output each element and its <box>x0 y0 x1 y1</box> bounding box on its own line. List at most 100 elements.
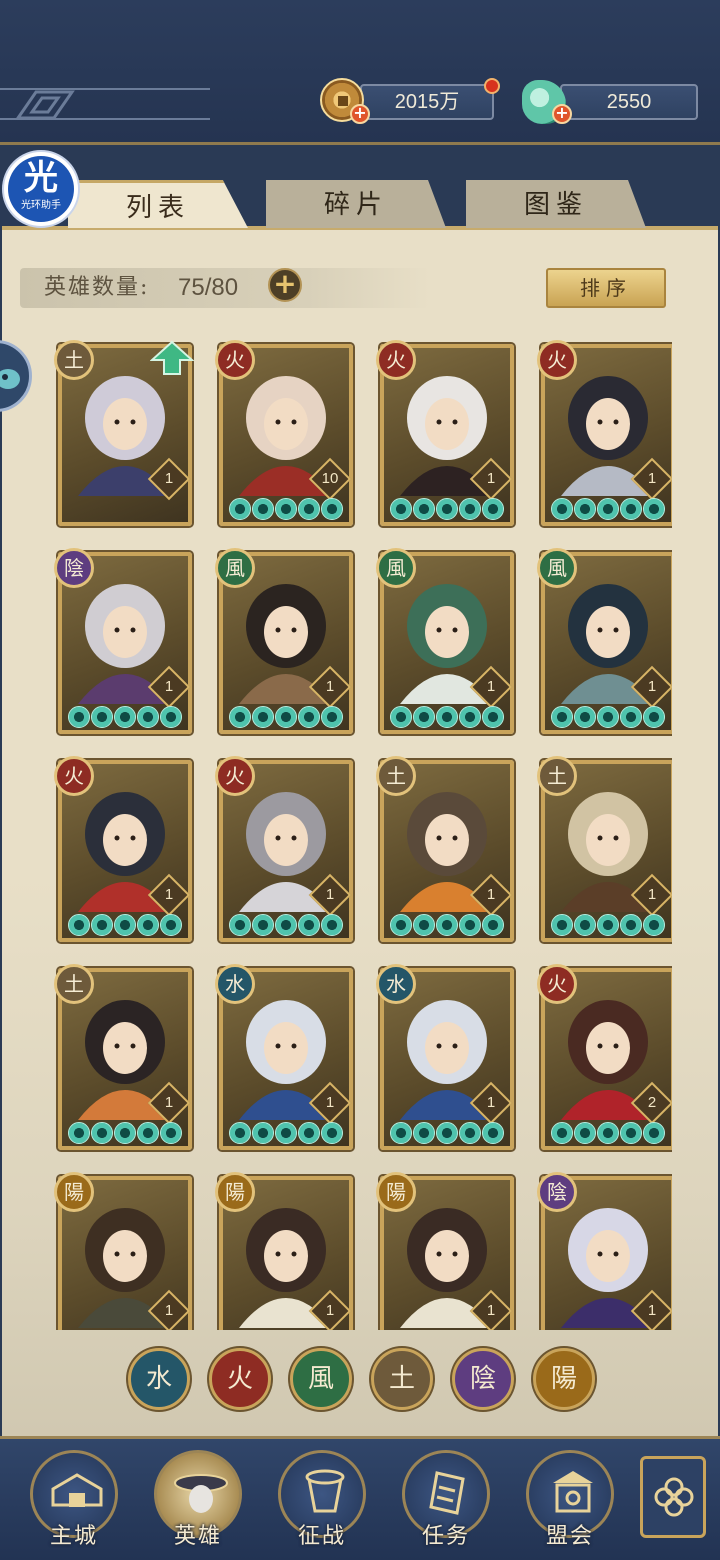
hero-card[interactable]: 火1 <box>376 340 514 526</box>
nav-alliance-tab[interactable]: 盟会 <box>522 1446 618 1552</box>
star-icon <box>137 1122 159 1144</box>
more-menu-button[interactable] <box>640 1456 706 1538</box>
add-coin-button[interactable]: + <box>350 104 370 124</box>
star-icon <box>597 914 619 936</box>
star-icon <box>321 706 343 728</box>
star-icon <box>275 1122 297 1144</box>
star-icon <box>482 498 504 520</box>
hero-card[interactable]: 風1 <box>376 548 514 734</box>
star-icon <box>160 1122 182 1144</box>
filter-earth-button[interactable]: 土 <box>371 1348 433 1410</box>
element-badge: 陽 <box>376 1172 416 1212</box>
header-ornament <box>0 88 210 120</box>
filter-wind-button[interactable]: 風 <box>290 1348 352 1410</box>
star-icon <box>137 914 159 936</box>
star-icon <box>229 914 251 936</box>
nav-label: 盟会 <box>545 1524 594 1549</box>
star-icon <box>413 1122 435 1144</box>
star-icon <box>252 914 274 936</box>
star-icon <box>620 498 642 520</box>
hero-card[interactable]: 火 10 <box>215 340 353 526</box>
star-icon <box>390 706 412 728</box>
star-icon <box>275 706 297 728</box>
hero-card[interactable]: 土1 <box>54 964 192 1150</box>
star-row <box>390 706 514 728</box>
hero-card[interactable]: 土1 <box>537 756 672 942</box>
star-row <box>68 914 192 936</box>
hero-card[interactable]: 火1 <box>215 756 353 942</box>
filter-yang-button[interactable]: 陽 <box>533 1348 595 1410</box>
star-icon <box>321 498 343 520</box>
tab-codex[interactable]: 图鉴 <box>466 180 646 228</box>
city-icon <box>51 1473 103 1507</box>
hero-card[interactable]: 水1 <box>376 964 514 1150</box>
star-icon <box>620 914 642 936</box>
hero-level: 1 <box>486 470 496 487</box>
hero-level: 1 <box>164 678 174 695</box>
hero-level: 1 <box>325 1094 335 1111</box>
star-row <box>68 1122 192 1144</box>
star-icon <box>229 1122 251 1144</box>
sort-button[interactable]: 排序 <box>546 268 666 308</box>
element-badge: 風 <box>215 548 255 588</box>
hero-level: 1 <box>486 1094 496 1111</box>
star-icon <box>643 706 665 728</box>
hero-card[interactable]: 風1 <box>215 548 353 734</box>
star-icon <box>620 1122 642 1144</box>
nav-task-tab[interactable]: 任务 <box>398 1446 494 1552</box>
filter-water-button[interactable]: 水 <box>128 1348 190 1410</box>
hero-card[interactable]: 陽1 <box>376 1172 514 1330</box>
star-row <box>68 706 192 728</box>
star-icon <box>436 1122 458 1144</box>
hero-icon <box>174 1474 228 1513</box>
hero-card[interactable]: 水1 <box>215 964 353 1150</box>
add-jade-button[interactable]: + <box>552 104 572 124</box>
element-badge: 火 <box>376 340 416 380</box>
element-badge: 風 <box>537 548 577 588</box>
nav-city-tab[interactable]: 主城 <box>26 1446 122 1552</box>
hero-level: 1 <box>325 1302 335 1319</box>
element-badge: 火 <box>537 964 577 1004</box>
helper-app-logo[interactable]: 光 光环助手 <box>2 150 80 228</box>
hero-level: 1 <box>164 1302 174 1319</box>
element-badge: 陰 <box>54 548 94 588</box>
hero-level: 1 <box>647 1302 657 1319</box>
star-icon <box>114 914 136 936</box>
star-icon <box>482 1122 504 1144</box>
hero-card[interactable]: 火1 <box>54 756 192 942</box>
element-badge: 陽 <box>54 1172 94 1212</box>
star-row <box>390 498 514 520</box>
hero-card[interactable]: 土1 <box>376 756 514 942</box>
hero-card[interactable]: 陰1 <box>54 548 192 734</box>
star-icon <box>114 706 136 728</box>
element-badge: 土 <box>54 340 94 380</box>
filter-fire-button[interactable]: 火 <box>209 1348 271 1410</box>
hero-card[interactable]: 土1 <box>54 340 195 526</box>
filter-yin-button[interactable]: 陰 <box>452 1348 514 1410</box>
hero-card[interactable]: 火2 <box>537 964 672 1150</box>
element-badge: 陰 <box>537 1172 577 1212</box>
hero-level: 2 <box>647 1094 657 1111</box>
hero-card[interactable]: 火1 <box>537 340 672 526</box>
element-badge: 土 <box>376 756 416 796</box>
hero-card[interactable]: 陽1 <box>54 1172 192 1330</box>
hero-card[interactable]: 陽1 <box>215 1172 353 1330</box>
hero-level: 1 <box>486 678 496 695</box>
tab-fragments[interactable]: 碎片 <box>266 180 446 228</box>
expand-capacity-button[interactable]: + <box>268 268 302 302</box>
hero-card[interactable]: 風1 <box>537 548 672 734</box>
star-icon <box>114 1122 136 1144</box>
hero-card[interactable]: 陰1 <box>537 1172 672 1330</box>
star-icon <box>551 706 573 728</box>
tab-list[interactable]: 列表 <box>68 180 248 228</box>
star-icon <box>390 1122 412 1144</box>
star-icon <box>436 498 458 520</box>
battle-icon <box>305 1469 345 1513</box>
element-badge: 風 <box>376 548 416 588</box>
nav-hero-tab[interactable]: 英雄 <box>150 1446 246 1552</box>
hero-level: 1 <box>647 678 657 695</box>
nav-battle-tab[interactable]: 征战 <box>274 1446 370 1552</box>
element-badge: 土 <box>537 756 577 796</box>
star-icon <box>321 914 343 936</box>
star-icon <box>482 914 504 936</box>
